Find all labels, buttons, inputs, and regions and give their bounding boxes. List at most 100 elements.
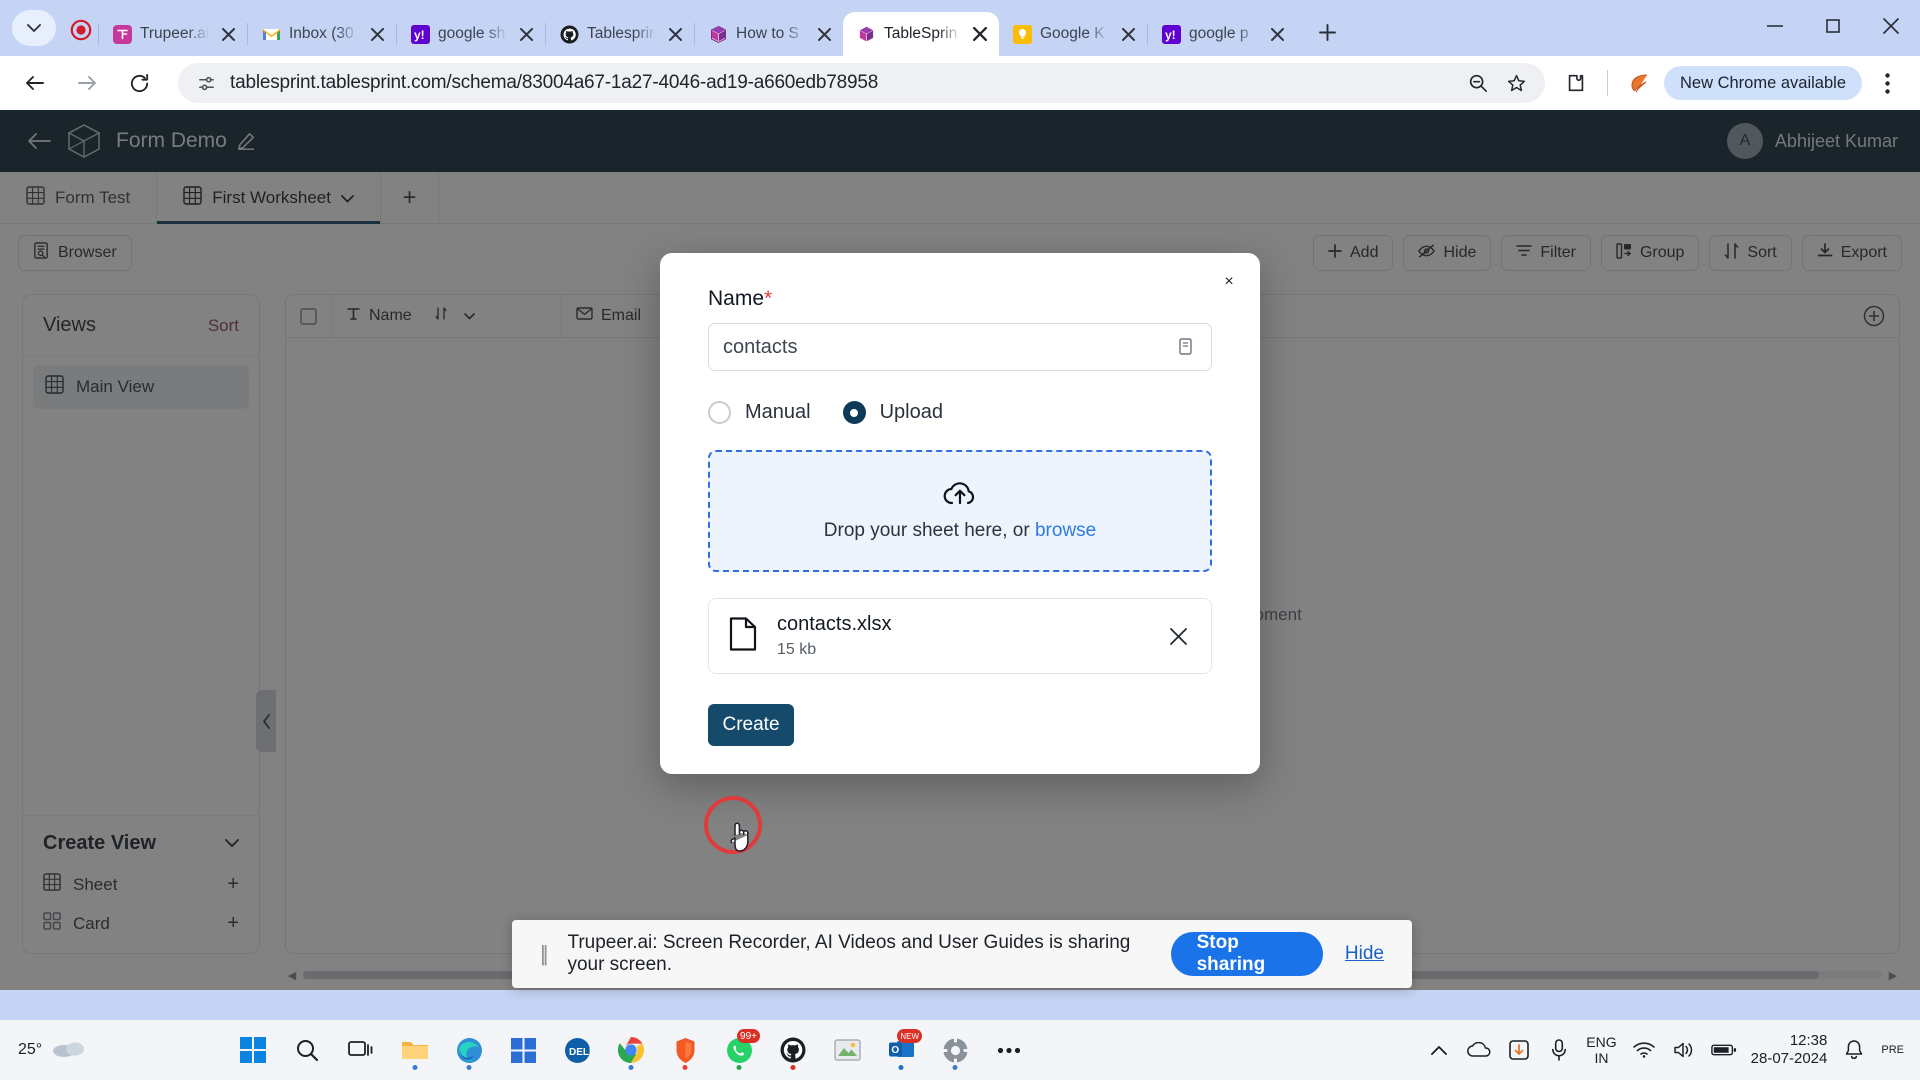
weather-temperature: 25° <box>18 1041 43 1058</box>
close-icon[interactable] <box>813 23 835 45</box>
remove-file-icon[interactable] <box>1165 623 1191 649</box>
chrome-menu-icon[interactable] <box>1866 62 1908 104</box>
browser-tab[interactable]: y! google p <box>1148 12 1296 56</box>
more-apps-icon[interactable] <box>986 1027 1032 1073</box>
file-dropzone[interactable]: Drop your sheet here, or browse <box>708 450 1212 572</box>
tablesprint-icon <box>709 25 728 44</box>
browser-window: Trupeer.ai Inbox (30 y! google sh Tables… <box>0 0 1920 1020</box>
browser-tab[interactable]: Tablesprin <box>546 12 694 56</box>
microsoft-store-icon[interactable] <box>500 1027 546 1073</box>
minimize-button[interactable] <box>1746 3 1804 49</box>
clock[interactable]: 12:38 28-07-2024 <box>1751 1032 1828 1068</box>
close-icon[interactable] <box>1117 23 1139 45</box>
trupeer-icon <box>113 24 132 44</box>
pre-label: PRE <box>1881 1044 1904 1056</box>
radio-manual[interactable] <box>708 401 731 424</box>
update-icon[interactable] <box>1506 1037 1532 1063</box>
search-icon[interactable] <box>284 1027 330 1073</box>
close-icon[interactable] <box>366 23 388 45</box>
browser-tab[interactable]: How to S <box>695 12 843 56</box>
create-sheet-modal: × Name* contacts Manual Upload Drop your… <box>660 253 1260 854</box>
close-icon[interactable] <box>217 23 239 45</box>
chrome-update-pill[interactable]: New Chrome available <box>1664 66 1862 100</box>
extensions-icon[interactable] <box>1555 62 1597 104</box>
start-button[interactable] <box>230 1027 276 1073</box>
battery-icon[interactable] <box>1710 1037 1737 1063</box>
tab-search-area <box>4 6 64 50</box>
name-input[interactable]: contacts <box>708 323 1212 371</box>
task-view-icon[interactable] <box>338 1027 384 1073</box>
file-meta: contacts.xlsx 15 kb <box>777 613 891 659</box>
show-hidden-icons-icon[interactable] <box>1426 1037 1452 1063</box>
close-icon[interactable] <box>664 23 686 45</box>
drag-handle-icon[interactable]: || <box>540 941 549 967</box>
clock-time: 12:38 <box>1789 1032 1828 1049</box>
stop-sharing-button[interactable]: Stop sharing <box>1170 932 1323 976</box>
file-explorer-icon[interactable] <box>392 1027 438 1073</box>
leaf-extension-icon[interactable] <box>1618 62 1660 104</box>
github-icon <box>560 25 579 44</box>
required-marker: * <box>764 287 773 310</box>
hide-share-bar-link[interactable]: Hide <box>1345 943 1384 965</box>
github-desktop-icon[interactable] <box>770 1027 816 1073</box>
zoom-out-icon[interactable] <box>1459 64 1497 102</box>
back-button[interactable] <box>12 60 58 106</box>
weather-widget[interactable]: 25° <box>0 1038 200 1063</box>
maximize-button[interactable] <box>1804 3 1862 49</box>
name-field-label: Name* <box>684 287 1236 311</box>
share-message: Trupeer.ai: Screen Recorder, AI Videos a… <box>567 932 1131 975</box>
language-indicator[interactable]: ENG IN <box>1586 1034 1616 1066</box>
volume-icon[interactable] <box>1671 1037 1697 1063</box>
dropzone-hint: Drop your sheet here, or <box>823 519 1035 541</box>
reload-button[interactable] <box>116 60 162 106</box>
bookmark-star-icon[interactable] <box>1497 64 1535 102</box>
copy-icon[interactable] <box>1173 335 1197 359</box>
chrome-icon[interactable] <box>608 1027 654 1073</box>
forward-button[interactable] <box>64 60 110 106</box>
url-text: tablesprint.tablesprint.com/schema/83004… <box>230 72 879 93</box>
tab-search-button[interactable] <box>12 10 56 46</box>
tab-title: Inbox (30 <box>289 25 354 42</box>
notifications-icon[interactable] <box>1841 1037 1867 1063</box>
running-indicator <box>628 1065 634 1070</box>
browser-tab[interactable]: y! google sh <box>397 12 545 56</box>
brave-icon[interactable] <box>662 1027 708 1073</box>
screen-recorder-icon[interactable] <box>824 1027 870 1073</box>
address-bar[interactable]: tablesprint.tablesprint.com/schema/83004… <box>178 63 1545 103</box>
browser-tab[interactable]: Google K <box>999 12 1147 56</box>
create-button[interactable]: Create <box>708 704 794 746</box>
click-highlight-ring <box>704 796 762 854</box>
close-icon[interactable] <box>969 23 991 45</box>
clock-date: 28-07-2024 <box>1750 1050 1828 1067</box>
close-icon[interactable] <box>515 23 537 45</box>
close-icon[interactable] <box>1266 23 1288 45</box>
close-icon[interactable]: × <box>1216 269 1242 295</box>
dell-icon[interactable]: DELL <box>554 1027 600 1073</box>
browser-tab[interactable]: Inbox (30 <box>248 12 396 56</box>
new-tab-button[interactable] <box>1306 11 1348 53</box>
browser-tab-active[interactable]: TableSprin <box>843 12 999 56</box>
file-name: contacts.xlsx <box>777 613 892 635</box>
outlook-icon[interactable]: O NEW <box>878 1027 924 1073</box>
cloud-icon <box>52 1038 86 1063</box>
toolbar-divider <box>1607 70 1608 96</box>
microphone-icon[interactable] <box>1546 1037 1572 1063</box>
close-window-button[interactable] <box>1862 3 1920 49</box>
browser-tab[interactable]: Trupeer.ai <box>99 12 247 56</box>
onedrive-icon[interactable] <box>1466 1037 1492 1063</box>
cloud-upload-icon <box>943 481 977 512</box>
system-tray: ENG IN 12:38 28-07-2024 PRE <box>1426 1032 1920 1068</box>
source-type-radio-group: Manual Upload <box>708 401 1212 424</box>
browse-link[interactable]: browse <box>1035 520 1096 541</box>
tab-title: google sh <box>438 25 506 42</box>
radio-upload[interactable] <box>842 401 866 424</box>
site-settings-icon[interactable] <box>194 71 218 95</box>
name-label-text: Name <box>708 287 765 310</box>
edge-icon[interactable] <box>446 1027 492 1073</box>
region-code: IN <box>1594 1050 1609 1066</box>
settings-gear-icon[interactable] <box>932 1027 978 1073</box>
tab-title: Google K <box>1040 25 1105 42</box>
whatsapp-icon[interactable]: 99+ <box>716 1027 762 1073</box>
wifi-icon[interactable] <box>1631 1037 1657 1063</box>
radio-upload-label: Upload <box>879 401 943 423</box>
